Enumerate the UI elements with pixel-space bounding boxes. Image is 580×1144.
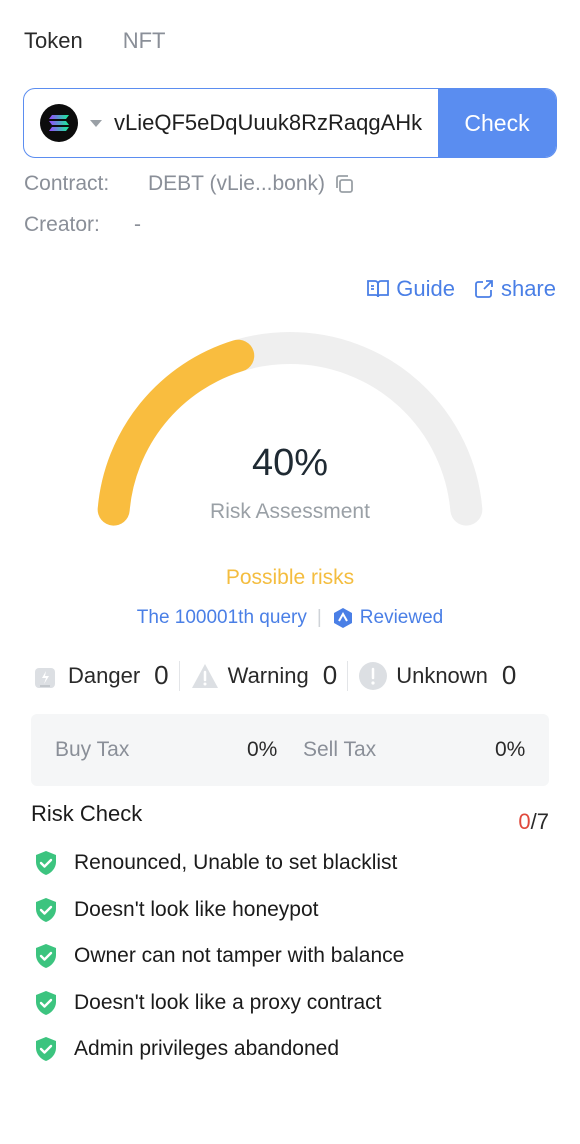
warning-label: Warning bbox=[227, 662, 309, 688]
book-icon bbox=[367, 280, 390, 298]
reviewed-label: Reviewed bbox=[359, 607, 444, 628]
chain-selector[interactable] bbox=[24, 89, 110, 157]
share-icon bbox=[475, 280, 493, 298]
unknown-icon bbox=[359, 661, 388, 690]
list-item: Doesn't look like a proxy contract bbox=[34, 980, 404, 1027]
share-link[interactable]: share bbox=[473, 276, 556, 302]
reviewed-icon bbox=[333, 608, 352, 628]
check-item-label: Doesn't look like a proxy contract bbox=[74, 990, 382, 1014]
shield-check-icon bbox=[36, 990, 56, 1015]
warning-icon bbox=[191, 663, 218, 688]
risk-status: Possible risks bbox=[225, 566, 355, 589]
shield-check-icon bbox=[36, 897, 56, 922]
list-item: Owner can not tamper with balance bbox=[34, 933, 404, 980]
shield-check-icon bbox=[36, 1037, 56, 1062]
copy-icon[interactable] bbox=[333, 173, 355, 195]
risk-percent: 40% bbox=[251, 442, 329, 484]
tab-token[interactable]: Token bbox=[24, 28, 83, 54]
solana-logo-icon bbox=[40, 104, 78, 142]
list-item: Doesn't look like honeypot bbox=[34, 887, 404, 934]
unknown-count: 0 bbox=[501, 660, 517, 690]
danger-label: Danger bbox=[68, 662, 141, 688]
shield-check-icon bbox=[36, 944, 56, 969]
contract-row: Contract: DEBT (vLie...bonk) bbox=[24, 172, 355, 196]
risk-assessment-label: Risk Assessment bbox=[210, 500, 370, 523]
address-input[interactable] bbox=[110, 89, 438, 157]
unknown-label: Unknown bbox=[396, 662, 488, 688]
contract-label: Contract: bbox=[24, 172, 110, 195]
warning-stat: Warning 0 bbox=[190, 660, 338, 691]
risk-stats: Danger 0 Warning 0 Unknown 0 bbox=[30, 660, 550, 691]
shield-check-icon bbox=[36, 851, 56, 876]
unknown-stat: Unknown 0 bbox=[358, 660, 516, 691]
divider bbox=[347, 660, 349, 691]
danger-icon bbox=[35, 667, 55, 688]
check-item-label: Owner can not tamper with balance bbox=[74, 944, 405, 968]
tab-bar: Token NFT bbox=[24, 28, 165, 54]
check-item-label: Renounced, Unable to set blacklist bbox=[74, 851, 398, 875]
gauge-track bbox=[97, 332, 483, 526]
query-count: The 100001th query bbox=[136, 607, 307, 628]
tab-nft[interactable]: NFT bbox=[123, 28, 166, 54]
contract-value: DEBT (vLie...bonk) bbox=[148, 172, 326, 195]
divider bbox=[178, 660, 180, 691]
divider: | bbox=[316, 607, 322, 628]
check-item-label: Doesn't look like honeypot bbox=[74, 897, 319, 921]
risk-check-count: 0/7 bbox=[518, 809, 549, 835]
risk-check-failed: 0 bbox=[518, 809, 531, 834]
danger-count: 0 bbox=[154, 660, 169, 690]
warning-count: 0 bbox=[322, 660, 338, 690]
danger-stat: Danger 0 bbox=[30, 660, 169, 691]
risk-check-list: Renounced, Unable to set blacklist Doesn… bbox=[34, 840, 404, 1073]
creator-row: Creator: - bbox=[24, 213, 141, 237]
creator-label: Creator: bbox=[24, 213, 100, 236]
query-info: The 100001th query | Reviewed bbox=[0, 607, 580, 629]
risk-check-total: /7 bbox=[530, 809, 549, 834]
buy-tax-label: Buy Tax bbox=[55, 738, 130, 761]
creator-value: - bbox=[134, 213, 141, 236]
list-item: Admin privileges abandoned bbox=[34, 1026, 404, 1073]
sell-tax-label: Sell Tax bbox=[303, 738, 377, 761]
address-search-bar: Check bbox=[23, 88, 557, 158]
chevron-down-icon bbox=[90, 119, 102, 127]
guide-link[interactable]: Guide bbox=[366, 276, 455, 302]
list-item: Renounced, Unable to set blacklist bbox=[34, 840, 404, 887]
share-label: share bbox=[500, 276, 556, 301]
risk-check-title: Risk Check bbox=[31, 801, 143, 826]
reviewed-badge: Reviewed bbox=[332, 607, 443, 629]
sell-tax-value: 0% bbox=[495, 738, 526, 761]
action-links: Guide share bbox=[366, 276, 556, 302]
buy-tax-value: 0% bbox=[247, 738, 278, 761]
gauge-fill bbox=[97, 339, 255, 526]
check-item-label: Admin privileges abandoned bbox=[74, 1037, 340, 1061]
guide-label: Guide bbox=[396, 276, 455, 301]
check-button[interactable]: Check bbox=[438, 89, 556, 157]
tax-panel: Buy Tax 0% Sell Tax 0% bbox=[31, 714, 549, 786]
